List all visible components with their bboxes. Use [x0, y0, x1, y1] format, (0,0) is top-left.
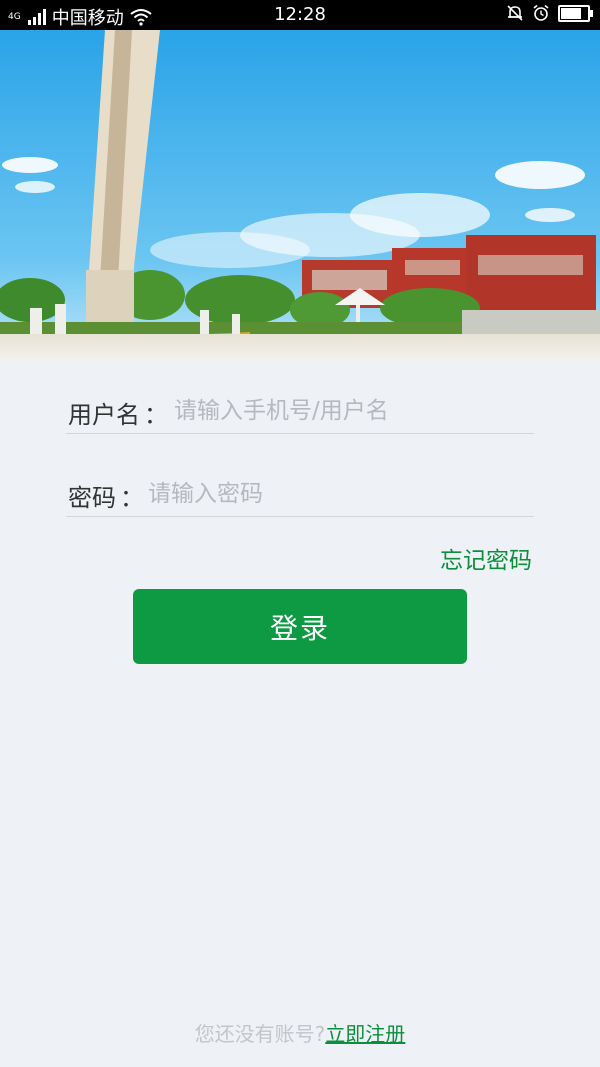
alarm-clock-icon — [533, 4, 549, 21]
battery-icon — [558, 4, 593, 22]
register-link[interactable]: 立即注册 — [325, 1022, 405, 1046]
register-prompt: 您还没有账号?立即注册 — [0, 1018, 600, 1047]
no-account-text: 您还没有账号? — [194, 1022, 326, 1046]
silent-bell-icon — [507, 5, 523, 21]
password-input[interactable] — [146, 476, 536, 512]
username-row: 用户名： — [66, 383, 536, 434]
login-button[interactable]: 登录 — [133, 589, 467, 664]
password-row: 密码： — [66, 466, 536, 517]
username-input[interactable] — [172, 393, 536, 429]
username-label: 用户名： — [68, 401, 168, 429]
password-label: 密码： — [68, 484, 144, 512]
campus-banner-image — [0, 30, 600, 360]
status-bar: 4G 中国移动 12:28 — [0, 0, 600, 30]
forgot-password-link[interactable]: 忘记密码 — [440, 541, 532, 575]
